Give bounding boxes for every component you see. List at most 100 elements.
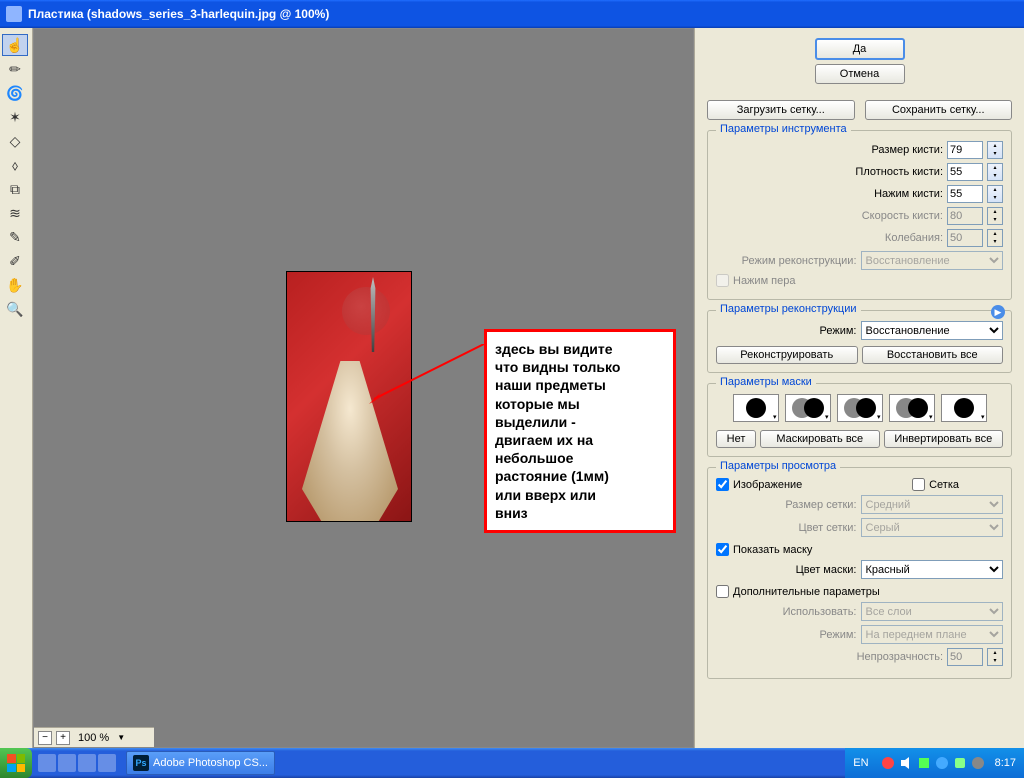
annotation-box: здесь вы видите что видны только наши пр…: [484, 329, 676, 533]
mask-all-button[interactable]: Маскировать все: [760, 430, 880, 448]
mask-replace-btn[interactable]: ▾: [733, 394, 779, 422]
restore-all-button[interactable]: Восстановить все: [862, 346, 1004, 364]
save-mesh-button[interactable]: Сохранить сетку...: [865, 100, 1013, 120]
finger-icon: ☝: [6, 37, 23, 54]
mask-color-select[interactable]: Красный: [861, 560, 1004, 579]
reconstruct-button[interactable]: Реконструировать: [716, 346, 858, 364]
view-group: Параметры просмотра Изображение Сетка Ра…: [707, 467, 1012, 679]
turbulence-tool[interactable]: ≋: [2, 202, 28, 224]
recon-mode-select: Восстановление: [861, 251, 1004, 270]
mask-add-btn[interactable]: ▾: [785, 394, 831, 422]
bloat-tool[interactable]: ◇: [2, 130, 28, 152]
mask-group: Параметры маски ▾ ▾ ▾ ▾ ▾ Нет Маскироват…: [707, 383, 1012, 457]
image-moon: [342, 287, 390, 335]
brush-size-input[interactable]: [947, 141, 983, 159]
add-params-label: Дополнительные параметры: [733, 586, 880, 598]
group-title: Параметры просмотра: [716, 460, 840, 472]
mirror-icon: ⧉: [10, 181, 20, 198]
bloat-icon: ◇: [10, 133, 21, 150]
clock[interactable]: 8:17: [995, 757, 1016, 769]
hand-tool[interactable]: ✋: [2, 274, 28, 296]
annotation-text: здесь вы видите что видны только наши пр…: [495, 340, 665, 522]
freeze-mask-tool[interactable]: ✎: [2, 226, 28, 248]
ql-icon-2[interactable]: [58, 754, 76, 772]
reconstruct-tool[interactable]: ✏: [2, 58, 28, 80]
replay-icon[interactable]: ▶: [991, 305, 1005, 319]
brush-density-input[interactable]: [947, 163, 983, 181]
twirl-cw-tool[interactable]: 🌀: [2, 82, 28, 104]
photoshop-icon: Ps: [133, 755, 149, 771]
use-label: Использовать:: [716, 606, 857, 618]
mask-color-label: Цвет маски:: [716, 564, 857, 576]
brush-rate-label: Скорость кисти:: [716, 210, 943, 222]
quick-launch: [32, 754, 122, 772]
recon-mode-select2[interactable]: Восстановление: [861, 321, 1004, 340]
reconstruct-group: Параметры реконструкции ▶ Режим:Восстано…: [707, 310, 1012, 373]
ql-icon-3[interactable]: [78, 754, 96, 772]
window-title: Пластика (shadows_series_3-harlequin.jpg…: [28, 7, 329, 21]
mesh-size-label: Размер сетки:: [716, 499, 857, 511]
zoom-tool[interactable]: 🔍: [2, 298, 28, 320]
brush-icon: ✏: [9, 61, 21, 78]
mask-invert-btn[interactable]: ▾: [941, 394, 987, 422]
push-left-tool[interactable]: ⬨: [2, 154, 28, 176]
cancel-button[interactable]: Отмена: [815, 64, 905, 84]
forward-warp-tool[interactable]: ☝: [2, 34, 28, 56]
brush-rate-spinner: ▴▾: [987, 207, 1003, 225]
brush-pressure-input[interactable]: [947, 185, 983, 203]
wave-icon: ≋: [9, 205, 21, 222]
canvas-image: [286, 271, 412, 522]
group-title: Параметры инструмента: [716, 123, 851, 135]
brush-density-spinner[interactable]: ▴▾: [987, 163, 1003, 181]
use-select: Все слои: [861, 602, 1004, 621]
pen-pressure-checkbox: [716, 274, 729, 287]
magnifier-icon: 🔍: [6, 301, 23, 318]
pucker-icon: ✶: [9, 109, 21, 126]
ok-button[interactable]: Да: [815, 38, 905, 60]
add-params-checkbox[interactable]: [716, 585, 729, 598]
load-mesh-button[interactable]: Загрузить сетку...: [707, 100, 855, 120]
ql-icon-1[interactable]: [38, 754, 56, 772]
windows-icon: [7, 754, 25, 772]
zoom-in-button[interactable]: +: [56, 731, 70, 745]
show-image-checkbox[interactable]: [716, 478, 729, 491]
show-mask-checkbox[interactable]: [716, 543, 729, 556]
opacity-input: [947, 648, 983, 666]
mirror-tool[interactable]: ⧉: [2, 178, 28, 200]
mask-intersect-btn[interactable]: ▾: [889, 394, 935, 422]
canvas-area[interactable]: здесь вы видите что видны только наши пр…: [33, 28, 694, 748]
system-tray: EN 8:17: [845, 748, 1024, 778]
freeze-icon: ✎: [9, 229, 21, 246]
show-image-label: Изображение: [733, 479, 802, 491]
show-mesh-checkbox[interactable]: [912, 478, 925, 491]
mesh-size-select: Средний: [861, 495, 1004, 514]
taskbar-app-button[interactable]: Ps Adobe Photoshop CS...: [126, 751, 275, 775]
options-panel: Да Отмена Загрузить сетку... Сохранить с…: [694, 28, 1024, 748]
mesh-color-label: Цвет сетки:: [716, 522, 857, 534]
invert-all-button[interactable]: Инвертировать все: [884, 430, 1004, 448]
window-titlebar: Пластика (shadows_series_3-harlequin.jpg…: [0, 0, 1024, 28]
spiral-icon: 🌀: [6, 85, 23, 102]
start-button[interactable]: [0, 748, 32, 778]
brush-size-spinner[interactable]: ▴▾: [987, 141, 1003, 159]
brush-rate-input: [947, 207, 983, 225]
zoom-bar: − + 100 % ▼: [34, 727, 154, 747]
push-icon: ⬨: [12, 157, 18, 174]
pucker-tool[interactable]: ✶: [2, 106, 28, 128]
mask-subtract-btn[interactable]: ▾: [837, 394, 883, 422]
thaw-mask-tool[interactable]: ✐: [2, 250, 28, 272]
view-mode-label: Режим:: [716, 629, 857, 641]
dialog-buttons: Да Отмена: [707, 38, 1012, 84]
language-indicator[interactable]: EN: [853, 757, 868, 769]
recon-mode-label: Режим реконструкции:: [716, 255, 857, 267]
ql-icon-4[interactable]: [98, 754, 116, 772]
workspace: ☝ ✏ 🌀 ✶ ◇ ⬨ ⧉ ≋ ✎ ✐ ✋ 🔍 здесь вы видите …: [0, 28, 1024, 748]
chevron-down-icon[interactable]: ▼: [117, 733, 125, 742]
image-figure: [302, 361, 398, 521]
zoom-out-button[interactable]: −: [38, 731, 52, 745]
mask-none-button[interactable]: Нет: [716, 430, 756, 448]
opacity-spinner: ▴▾: [987, 648, 1003, 666]
brush-pressure-spinner[interactable]: ▴▾: [987, 185, 1003, 203]
show-mask-label: Показать маску: [733, 544, 812, 556]
pen-pressure-label: Нажим пера: [733, 275, 796, 287]
